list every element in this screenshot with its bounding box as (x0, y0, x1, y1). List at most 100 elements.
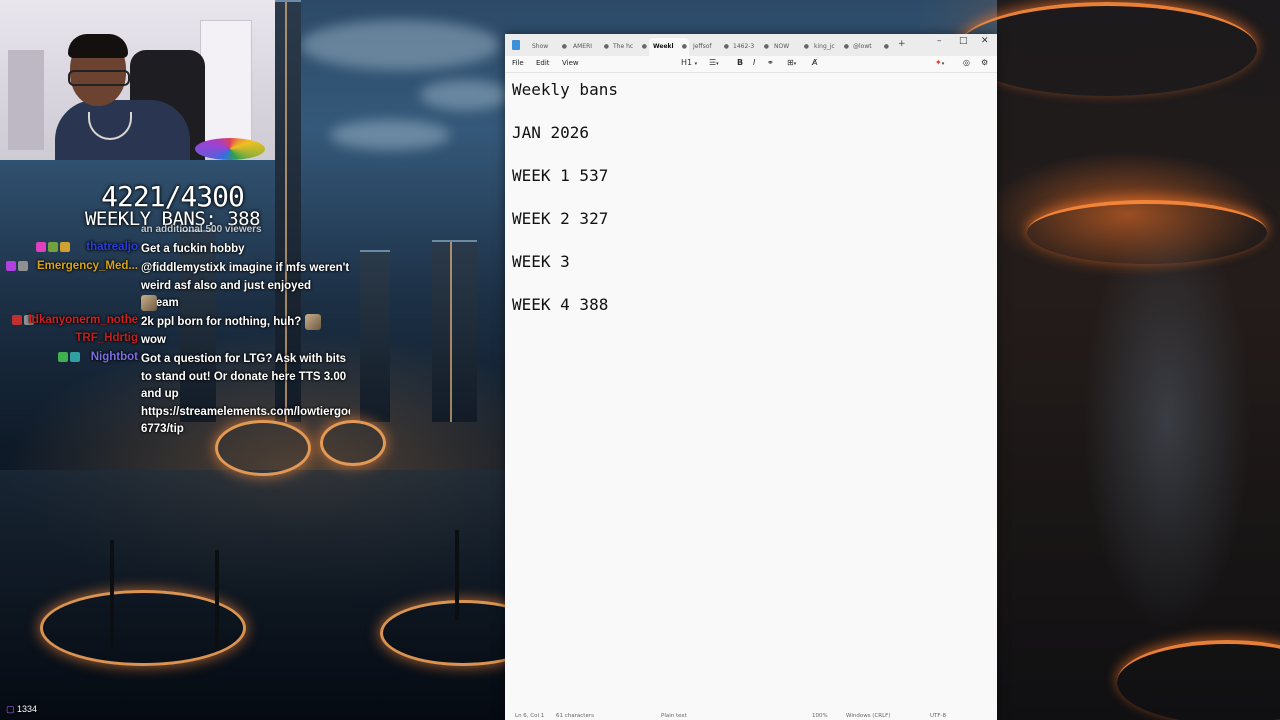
tab-label: king_jc (814, 43, 835, 50)
chat-text: Got a question for LTG? Ask with bits to… (141, 353, 350, 435)
tab[interactable]: NOW ● (771, 38, 811, 56)
webcam-feed (0, 0, 275, 160)
chat-username[interactable]: thatrealjo (86, 241, 138, 253)
tower (360, 250, 390, 422)
editor-line: WEEK 3 (512, 252, 570, 271)
chat-username[interactable]: ldkanyonerm_nothe (29, 314, 138, 326)
chat-username[interactable]: Emergency_Med... (37, 260, 138, 272)
tab-dot-icon[interactable]: ● (764, 38, 769, 56)
cloud (330, 120, 450, 150)
close-icon[interactable]: ✕ (981, 36, 989, 46)
maximize-icon[interactable]: □ (959, 36, 968, 46)
tab[interactable]: @lowt ● (851, 38, 891, 56)
heading-dropdown[interactable]: H1 ▾ (681, 58, 697, 67)
status-zoom[interactable]: 100% (812, 713, 828, 719)
light-arc (957, 2, 1257, 96)
status-format[interactable]: Plain text (661, 713, 687, 719)
clear-format-icon[interactable]: A̸ (812, 58, 817, 67)
palm-tree (215, 550, 219, 650)
chat-text: wow (141, 334, 166, 346)
viewer-count-value: 1334 (17, 704, 38, 714)
italic-button[interactable]: I (753, 58, 755, 67)
water (0, 470, 505, 720)
status-cursor-position: Ln 6, Col 1 (515, 713, 545, 719)
minimize-icon[interactable]: – (937, 36, 942, 46)
menu-view[interactable]: View (562, 59, 579, 67)
chat-badges (36, 242, 70, 252)
chat-overlay: an additional 500 viewers thatrealjo Get… (0, 222, 350, 442)
editor-line: WEEK 1 537 (512, 166, 609, 185)
heart-badge-icon (36, 242, 46, 252)
cloud (300, 20, 500, 70)
gift-badge-icon (60, 242, 70, 252)
tab[interactable]: AMERI ● (569, 38, 611, 56)
tab[interactable]: The hc ● (611, 38, 649, 56)
broadcaster-badge-icon (12, 315, 22, 325)
chat-username[interactable]: Nightbot (91, 351, 138, 363)
menu-bar: File Edit View H1 ▾ ☰▾ B I ⚭ ⊞▾ A̸ ✦▾ ◎ … (505, 56, 997, 73)
editor-line: Weekly bans (512, 80, 618, 99)
new-tab-plus-icon[interactable]: + (898, 39, 906, 49)
editor-line: WEEK 2 327 (512, 209, 609, 228)
status-encoding[interactable]: UTF-8 (930, 713, 946, 719)
tab-label: Show (532, 43, 549, 50)
status-line-ending[interactable]: Windows (CRLF) (846, 713, 890, 719)
scifi-interior (957, 0, 1280, 720)
tab-dot-icon[interactable]: ● (884, 38, 889, 56)
tab[interactable]: Jeffsof ● (689, 38, 731, 56)
chat-text-content: 2k ppl born for nothing, huh? (141, 316, 302, 329)
tab[interactable]: king_jc ● (811, 38, 851, 56)
colorful-pillow (195, 138, 265, 160)
sub-badge-icon (18, 261, 28, 271)
tab-dot-icon[interactable]: ● (804, 38, 809, 56)
chat-username[interactable]: TRF_Hdrtig (75, 332, 138, 344)
viewer-icon: ▢ (6, 704, 15, 714)
settings-gear-icon[interactable]: ⚙ (981, 58, 988, 67)
chat-emote-row (141, 295, 350, 313)
tab-dot-icon[interactable]: ● (724, 38, 729, 56)
palm-tree (110, 540, 114, 650)
viewer-count: ▢ 1334 (6, 704, 37, 715)
tab[interactable]: Show ● (527, 38, 569, 56)
table-icon[interactable]: ⊞▾ (787, 58, 796, 67)
sub-badge-icon (48, 242, 58, 252)
menu-edit[interactable]: Edit (536, 59, 550, 67)
light-arc (1117, 640, 1280, 720)
emote-icon (141, 295, 157, 311)
tab-label: Weekl (653, 43, 674, 50)
tab-dot-icon[interactable]: ● (844, 38, 849, 56)
notepad-window: Show ● AMERI ● The hc ● Weekl ● Jeffsof ● 146… (505, 34, 997, 720)
moderator-badge-icon (6, 261, 16, 271)
bot-badge-icon (70, 352, 80, 362)
tab-label: 1462-3 (733, 43, 755, 50)
list-icon[interactable]: ☰▾ (709, 58, 719, 67)
chat-badges (58, 352, 80, 362)
tab-active[interactable]: Weekl ● (649, 38, 689, 56)
streamer-hair (68, 34, 128, 58)
tab-label: @lowt (853, 43, 872, 50)
verified-badge-icon (58, 352, 68, 362)
emote-icon (304, 314, 321, 330)
menu-file[interactable]: File (512, 59, 524, 67)
editor-line: WEEK 4 388 (512, 295, 609, 314)
shelf (8, 50, 44, 150)
account-icon[interactable]: ◎ (963, 58, 970, 67)
cloud (420, 80, 510, 110)
tab-dot-icon[interactable]: ● (682, 38, 687, 56)
copilot-icon[interactable]: ✦▾ (935, 58, 944, 67)
text-editor[interactable]: Weekly bans JAN 2026 WEEK 1 537 WEEK 2 3… (512, 80, 618, 338)
status-bar: Ln 6, Col 1 61 characters Plain text 100… (505, 712, 997, 720)
link-icon[interactable]: ⚭ (767, 58, 774, 67)
tab[interactable]: 1462-3 ● (731, 38, 771, 56)
tab-dot-icon[interactable]: ● (604, 38, 609, 56)
chat-text: an additional 500 viewers (141, 224, 262, 235)
bold-button[interactable]: B (737, 58, 743, 67)
editor-line: JAN 2026 (512, 123, 590, 142)
heading-label: H1 (681, 58, 693, 67)
tower (432, 240, 477, 422)
tab-dot-icon[interactable]: ● (562, 38, 567, 56)
tab-dot-icon[interactable]: ● (642, 38, 647, 56)
chat-text: 2k ppl born for nothing, huh? (141, 314, 350, 332)
door (200, 20, 252, 142)
status-character-count: 61 characters (556, 713, 594, 719)
